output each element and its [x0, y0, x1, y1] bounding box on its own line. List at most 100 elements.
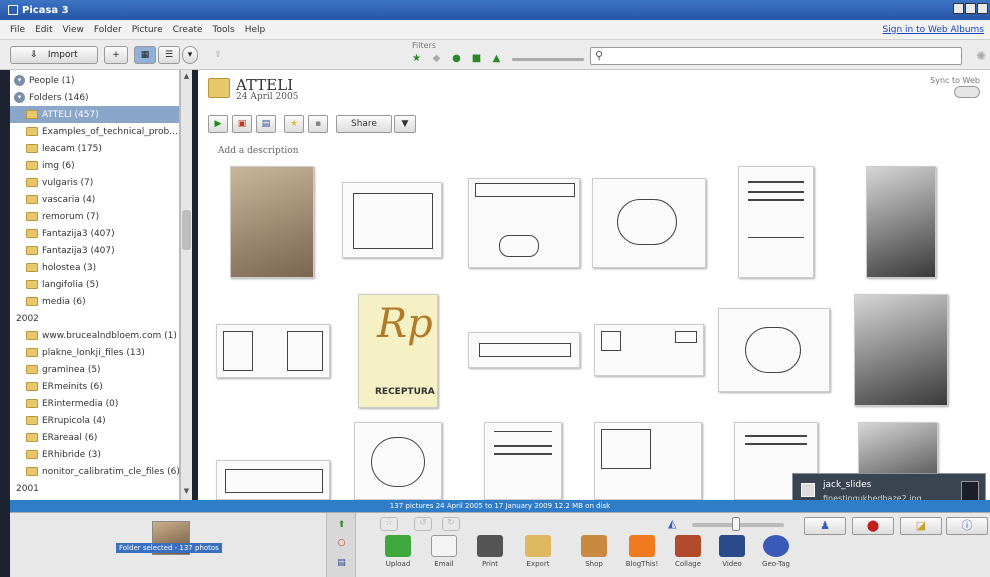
menu-tools[interactable]: Tools — [213, 25, 235, 35]
folder-item[interactable]: Examples_of_technical_prob... — [10, 123, 179, 140]
starred-filter-icon[interactable]: ★ — [410, 52, 423, 65]
folder-item[interactable]: plakne_lonkji_files (13) — [10, 344, 179, 361]
people-button[interactable]: ♟ — [804, 517, 846, 535]
slider-knob[interactable] — [732, 517, 740, 531]
album-date[interactable]: 24 April 2005 — [236, 92, 298, 102]
people-filter-icon[interactable]: ● — [450, 52, 463, 65]
expand-icon[interactable]: ▾ — [14, 92, 25, 103]
geotag-filter-icon[interactable]: ▲ — [490, 52, 503, 65]
print-button[interactable]: Print — [468, 535, 512, 568]
share-dropdown-button[interactable]: ▼ — [394, 115, 416, 133]
folder-item[interactable]: ERareaal (6) — [10, 429, 179, 446]
view-options-button[interactable]: ▾ — [182, 46, 198, 64]
folder-item[interactable]: remorum (7) — [10, 208, 179, 225]
folder-item[interactable]: langifolia (5) — [10, 276, 179, 293]
blogthis-button[interactable]: BlogThis! — [620, 535, 664, 568]
shop-button[interactable]: Shop — [572, 535, 616, 568]
import-button[interactable]: ⇩ Import — [10, 46, 98, 64]
properties-button[interactable]: ⓘ — [946, 517, 988, 535]
folder-item[interactable]: vulgaris (7) — [10, 174, 179, 191]
menu-file[interactable]: File — [10, 25, 25, 35]
add-to-album-button[interactable]: + — [104, 46, 128, 64]
photo-thumbnail[interactable] — [468, 178, 580, 268]
hold-icon[interactable]: ⬆ — [335, 519, 348, 532]
rotate-right-icon[interactable]: ↻ — [442, 517, 460, 531]
view-list-button[interactable]: ☰ — [158, 46, 180, 64]
scroll-down-icon[interactable]: ▼ — [181, 487, 192, 498]
folder-list-scrollbar[interactable]: ▲ ▼ — [180, 70, 192, 500]
photo-thumbnail[interactable] — [230, 166, 314, 278]
places-button[interactable]: ⬤ — [852, 517, 894, 535]
menu-view[interactable]: View — [63, 25, 84, 35]
folder-item[interactable]: ERrupicola (4) — [10, 412, 179, 429]
sync-toggle[interactable] — [954, 86, 980, 98]
close-icon[interactable] — [977, 3, 988, 14]
scrollbar-thumb[interactable] — [182, 210, 191, 250]
folder-item[interactable]: media (6) — [10, 293, 179, 310]
create-collage-button[interactable]: ▣ — [232, 115, 252, 133]
add-description-field[interactable]: Add a description — [218, 146, 299, 156]
photo-thumbnail[interactable] — [468, 332, 580, 368]
folder-item[interactable]: vascaria (4) — [10, 191, 179, 208]
folder-item[interactable]: graminea (5) — [10, 361, 179, 378]
photo-thumbnail[interactable] — [718, 308, 830, 392]
play-slideshow-button[interactable]: ▶ — [208, 115, 228, 133]
folder-item[interactable]: Fantazija3 (407) — [10, 242, 179, 259]
folder-item[interactable]: ERmeinits (6) — [10, 378, 179, 395]
clear-icon[interactable]: ○ — [335, 537, 348, 550]
folder-item[interactable]: holostea (3) — [10, 259, 179, 276]
photo-thumbnail[interactable] — [594, 324, 704, 376]
menu-edit[interactable]: Edit — [35, 25, 52, 35]
add-to-icon[interactable]: ▤ — [335, 557, 348, 570]
collage-button[interactable]: Collage — [666, 535, 710, 568]
menu-create[interactable]: Create — [173, 25, 203, 35]
photo-thumbnail[interactable] — [484, 422, 562, 500]
photo-thumbnail[interactable] — [354, 422, 442, 500]
folder-item[interactable]: leacam (175) — [10, 140, 179, 157]
folders-section[interactable]: ▾ Folders (146) — [10, 89, 179, 106]
share-button[interactable]: Share — [336, 115, 392, 133]
view-thumbnails-button[interactable]: ▦ — [134, 46, 156, 64]
folder-item[interactable]: ERhibride (3) — [10, 446, 179, 463]
photo-thumbnail[interactable]: Rp RECEPTURA — [358, 294, 438, 408]
photo-thumbnail[interactable] — [216, 460, 330, 500]
folder-item[interactable]: ATTELI (457) — [10, 106, 179, 123]
sign-in-link[interactable]: Sign in to Web Albums — [883, 25, 984, 35]
scroll-up-icon[interactable]: ▲ — [181, 72, 192, 83]
uploaded-filter-icon[interactable]: ■ — [470, 52, 483, 65]
star-icon[interactable]: ☆ — [380, 517, 398, 531]
minimize-icon[interactable] — [953, 3, 964, 14]
search-input[interactable]: ⚲ — [590, 47, 962, 65]
photo-thumbnail[interactable] — [216, 324, 330, 378]
people-section[interactable]: ▾ People (1) — [10, 72, 179, 89]
geotag-button[interactable]: Geo-Tag — [754, 535, 798, 568]
folder-item[interactable]: www.brucealndbloem.com (1) — [10, 327, 179, 344]
photo-thumbnail[interactable] — [342, 182, 442, 258]
folder-item[interactable]: nonitor_calibratim_cle_files (6) — [10, 463, 179, 480]
video-filter-icon[interactable]: ◆ — [430, 52, 443, 65]
rotate-left-icon[interactable]: ↺ — [414, 517, 432, 531]
upload-toolbar-button[interactable]: ⇪ — [206, 46, 230, 64]
save-button[interactable]: ▪ — [308, 115, 328, 133]
expand-icon[interactable]: ▾ — [14, 75, 25, 86]
email-button[interactable]: Email — [422, 535, 466, 568]
photo-thumbnail[interactable] — [866, 166, 936, 278]
tags-button[interactable]: ◪ — [900, 517, 942, 535]
export-button[interactable]: Export — [516, 535, 560, 568]
photo-thumbnail[interactable] — [594, 422, 702, 500]
menu-picture[interactable]: Picture — [132, 25, 163, 35]
upload-button[interactable]: Upload — [376, 535, 420, 568]
folder-item[interactable]: Fantazija3 (407) — [10, 225, 179, 242]
photo-thumbnail[interactable] — [738, 166, 814, 278]
maximize-icon[interactable] — [965, 3, 976, 14]
photo-thumbnail[interactable] — [854, 294, 948, 406]
photo-thumbnail[interactable] — [592, 178, 706, 268]
date-filter-slider[interactable] — [512, 58, 584, 61]
create-movie-button[interactable]: ▤ — [256, 115, 276, 133]
star-album-button[interactable]: ★ — [284, 115, 304, 133]
folder-item[interactable]: img (6) — [10, 157, 179, 174]
video-button[interactable]: Video — [710, 535, 754, 568]
menu-folder[interactable]: Folder — [94, 25, 122, 35]
folder-item[interactable]: ERintermedia (0) — [10, 395, 179, 412]
menu-help[interactable]: Help — [245, 25, 266, 35]
